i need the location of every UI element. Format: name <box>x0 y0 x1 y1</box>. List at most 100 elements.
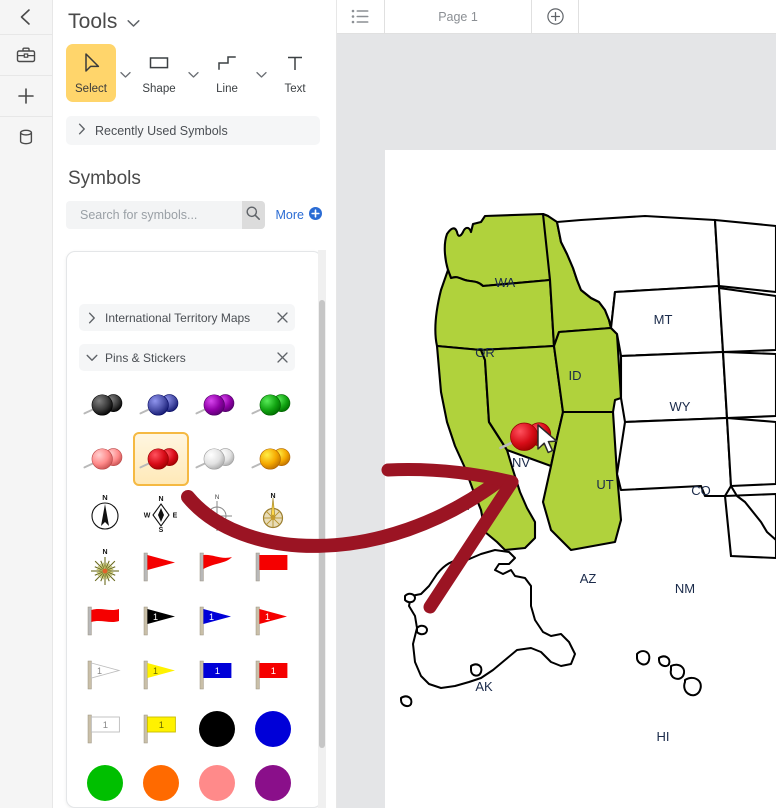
tool-shape[interactable]: Shape <box>134 44 184 102</box>
database-icon[interactable] <box>0 117 52 157</box>
tool-buttons-row: Select Shape Line Text <box>66 44 322 104</box>
symbol-flag-rect-yellow-numbered[interactable]: 1 <box>133 702 189 756</box>
tool-line[interactable]: Line <box>202 44 252 102</box>
symbol-pushpin-purple[interactable] <box>189 378 245 432</box>
map-state-UT[interactable] <box>552 326 623 414</box>
panel-scrollbar-thumb[interactable] <box>319 300 325 748</box>
list-icon[interactable] <box>336 0 385 33</box>
symbol-group-international-territory-maps[interactable]: International Territory Maps <box>79 304 295 331</box>
symbol-flag-rect-red[interactable] <box>245 540 301 594</box>
map-state-tx-partial[interactable] <box>723 492 776 560</box>
symbol-row: 1 1 1 1 <box>77 648 301 702</box>
map-ak-island-3 <box>470 663 483 677</box>
toolbox-icon[interactable] <box>0 35 52 75</box>
symbol-pushpin-blue[interactable] <box>133 378 189 432</box>
tool-select-dropdown[interactable] <box>116 44 134 104</box>
symbol-pushpin-black[interactable] <box>77 378 133 432</box>
map-ak-main <box>408 549 576 689</box>
symbol-pushpin-green[interactable] <box>245 378 301 432</box>
symbol-circle-orange[interactable] <box>133 756 189 807</box>
symbol-flag-wavy-rect-red[interactable] <box>77 594 133 648</box>
search-input-wrapper[interactable] <box>66 201 242 229</box>
usa-west-map[interactable]: WA OR ID MT WY NV UT CO CA AZ NM AK HI <box>385 150 776 808</box>
symbol-pushpin-pink[interactable] <box>77 432 133 486</box>
map-state-NM[interactable] <box>615 416 733 498</box>
tool-select[interactable]: Select <box>66 44 116 102</box>
tool-shape-label: Shape <box>142 83 176 95</box>
symbol-compass-crosshair[interactable]: N <box>189 486 245 540</box>
symbol-pushpin-white[interactable] <box>189 432 245 486</box>
symbol-flag-pennant-yellow-numbered[interactable]: 1 <box>133 648 189 702</box>
symbol-flag-rect-red-numbered[interactable]: 1 <box>245 648 301 702</box>
symbol-group-pins-and-stickers[interactable]: Pins & Stickers <box>79 344 295 371</box>
symbol-flag-pennant-black-numbered[interactable]: 1 <box>133 594 189 648</box>
map-state-nd-partial[interactable] <box>713 218 776 294</box>
symbol-flag-pennant-red-numbered[interactable]: 1 <box>245 594 301 648</box>
symbol-flag-rect-white-numbered[interactable]: 1 <box>77 702 133 756</box>
symbol-flag-rect-blue-numbered[interactable]: 1 <box>189 648 245 702</box>
symbol-row: N N E W S N N <box>77 486 301 540</box>
search-button[interactable] <box>242 201 265 229</box>
close-icon[interactable] <box>269 312 295 323</box>
symbol-results-card: International Territory Maps Pins & Stic… <box>66 251 322 808</box>
symbol-circle-purple[interactable] <box>245 756 301 807</box>
map-hi-2 <box>658 655 671 668</box>
map-state-ks-partial[interactable] <box>725 416 776 488</box>
map-label-WA: WA <box>495 275 516 290</box>
close-icon[interactable] <box>269 352 295 363</box>
svg-text:1: 1 <box>153 666 158 676</box>
page-tab-bar: Page 1 <box>336 0 776 34</box>
map-state-sd-partial[interactable] <box>717 286 776 354</box>
map-label-UT: UT <box>596 477 613 492</box>
svg-text:W: W <box>144 513 151 520</box>
back-arrow-icon[interactable] <box>0 0 52 34</box>
symbol-compass-rose-star[interactable]: N <box>77 540 133 594</box>
tools-panel-title[interactable]: Tools <box>68 10 140 34</box>
symbol-circle-pink[interactable] <box>189 756 245 807</box>
page-tab-page-1[interactable]: Page 1 <box>385 0 532 33</box>
document-page[interactable]: WA OR ID MT WY NV UT CO CA AZ NM AK HI <box>385 150 776 808</box>
tools-title-label: Tools <box>68 10 118 33</box>
tool-text-label: Text <box>284 83 306 95</box>
symbol-flag-wavy-pennant-red[interactable] <box>189 540 245 594</box>
svg-text:N: N <box>102 549 107 556</box>
symbol-flag-pennant-red[interactable] <box>133 540 189 594</box>
search-icon <box>245 205 261 226</box>
symbol-flag-pennant-white-numbered[interactable]: 1 <box>77 648 133 702</box>
rectangle-icon <box>146 51 172 81</box>
plus-icon[interactable] <box>0 76 52 116</box>
symbol-flag-pennant-blue-numbered[interactable]: 1 <box>189 594 245 648</box>
chevron-right-icon <box>79 312 105 324</box>
map-state-ne-partial[interactable] <box>721 350 776 420</box>
search-input[interactable] <box>78 201 242 229</box>
svg-text:1: 1 <box>209 612 214 622</box>
tool-line-dropdown[interactable] <box>252 44 270 104</box>
add-page-button[interactable] <box>532 0 579 33</box>
map-label-AZ: AZ <box>580 571 597 586</box>
canvas-area: Page 1 WA OR ID MT WY NV UT CO CA AZ NM AK HI <box>336 0 776 808</box>
more-symbols-button[interactable]: More <box>276 207 322 223</box>
symbol-circle-green[interactable] <box>77 756 133 807</box>
map-label-CA: CA <box>451 498 469 513</box>
symbol-compass-rose-gold[interactable]: N <box>245 486 301 540</box>
text-t-icon <box>283 51 307 81</box>
svg-text:1: 1 <box>271 666 276 677</box>
more-label: More <box>275 208 304 222</box>
svg-text:1: 1 <box>215 666 220 677</box>
chevron-right-icon <box>78 123 86 138</box>
svg-text:S: S <box>159 527 164 534</box>
symbol-circle-blue[interactable] <box>245 702 301 756</box>
symbol-circle-black[interactable] <box>189 702 245 756</box>
symbol-compass-diamond[interactable]: N E W S <box>133 486 189 540</box>
map-ak-island-4 <box>400 695 413 708</box>
recently-used-symbols-row[interactable]: Recently Used Symbols <box>66 116 320 145</box>
symbol-pushpin-red[interactable] <box>133 432 189 486</box>
svg-text:N: N <box>215 495 219 501</box>
cursor-arrow-icon <box>80 51 103 81</box>
tools-panel: Tools Select Shape Line Text Recently Us… <box>52 0 337 808</box>
symbol-pushpin-orange[interactable] <box>245 432 301 486</box>
symbols-heading: Symbols <box>68 168 141 189</box>
tool-text[interactable]: Text <box>270 44 320 102</box>
symbol-compass-needle[interactable]: N <box>77 486 133 540</box>
tool-shape-dropdown[interactable] <box>184 44 202 104</box>
